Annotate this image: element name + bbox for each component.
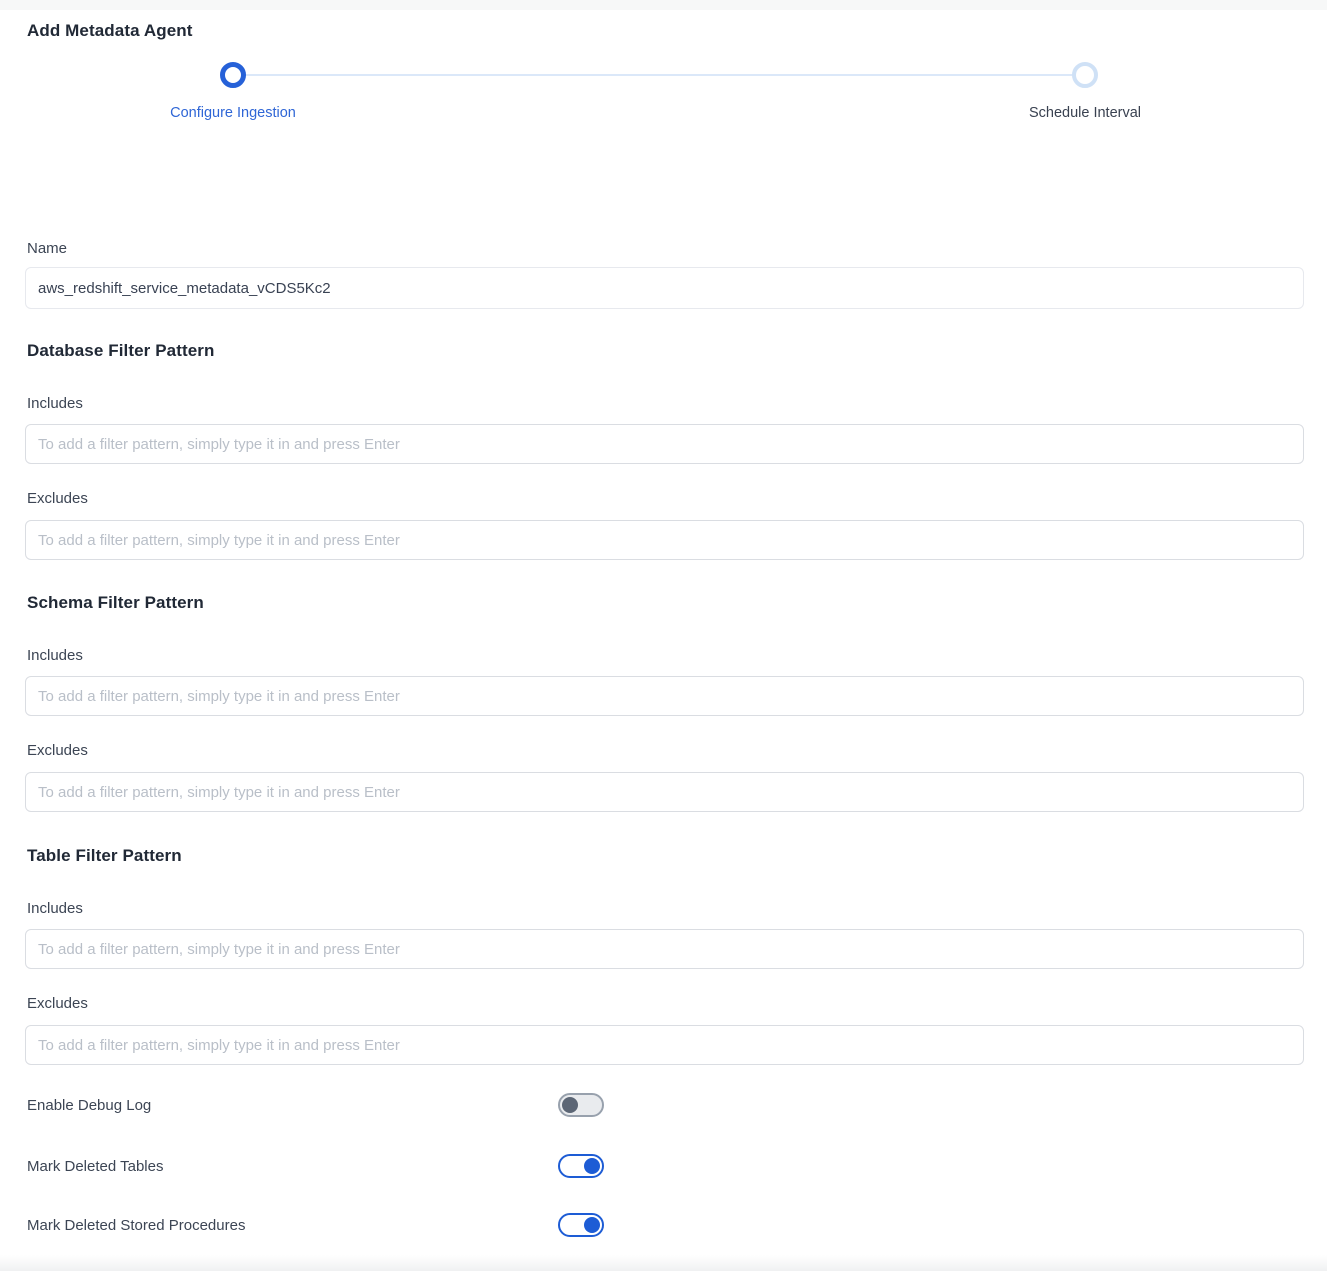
name-input[interactable] (25, 267, 1304, 309)
section-title-schema-filter-pattern: Schema Filter Pattern (27, 592, 1304, 613)
database-includes-input[interactable] (25, 424, 1304, 464)
schema-excludes-label: Excludes (27, 742, 1304, 760)
step-circle-configure-ingestion[interactable] (220, 62, 246, 88)
mark-deleted-stored-procedures-toggle[interactable] (558, 1213, 604, 1237)
step-label-configure-ingestion[interactable]: Configure Ingestion (170, 104, 296, 122)
mark-deleted-tables-row: Mark Deleted Tables (25, 1154, 1304, 1178)
page-bottom-strip (0, 1255, 1327, 1271)
add-metadata-agent-form: Add Metadata Agent Configure Ingestion S… (0, 21, 1327, 1237)
step-label-schedule-interval[interactable]: Schedule Interval (1029, 104, 1141, 122)
schema-includes-input[interactable] (25, 676, 1304, 716)
enable-debug-log-row: Enable Debug Log (25, 1093, 1304, 1117)
table-includes-input[interactable] (25, 929, 1304, 969)
stepper-connector-line (233, 74, 1085, 76)
toggle-knob (562, 1097, 578, 1113)
table-excludes-label: Excludes (27, 995, 1304, 1013)
database-excludes-input[interactable] (25, 520, 1304, 560)
page-title: Add Metadata Agent (27, 21, 1304, 41)
schema-excludes-input[interactable] (25, 772, 1304, 812)
mark-deleted-stored-procedures-label: Mark Deleted Stored Procedures (25, 1217, 558, 1234)
table-includes-label: Includes (27, 900, 1304, 918)
page-top-strip (0, 0, 1327, 10)
schema-includes-label: Includes (27, 647, 1304, 665)
section-title-database-filter-pattern: Database Filter Pattern (27, 340, 1304, 361)
database-excludes-label: Excludes (27, 490, 1304, 508)
stepper: Configure Ingestion Schedule Interval (25, 55, 1304, 121)
toggle-knob (584, 1217, 600, 1233)
enable-debug-log-label: Enable Debug Log (25, 1097, 558, 1114)
mark-deleted-tables-toggle[interactable] (558, 1154, 604, 1178)
table-excludes-input[interactable] (25, 1025, 1304, 1065)
step-circle-schedule-interval[interactable] (1072, 62, 1098, 88)
mark-deleted-tables-label: Mark Deleted Tables (25, 1158, 558, 1175)
enable-debug-log-toggle[interactable] (558, 1093, 604, 1117)
section-title-table-filter-pattern: Table Filter Pattern (27, 845, 1304, 866)
toggle-knob (584, 1158, 600, 1174)
database-includes-label: Includes (27, 395, 1304, 413)
name-label: Name (27, 240, 1304, 258)
mark-deleted-stored-procedures-row: Mark Deleted Stored Procedures (25, 1213, 1304, 1237)
